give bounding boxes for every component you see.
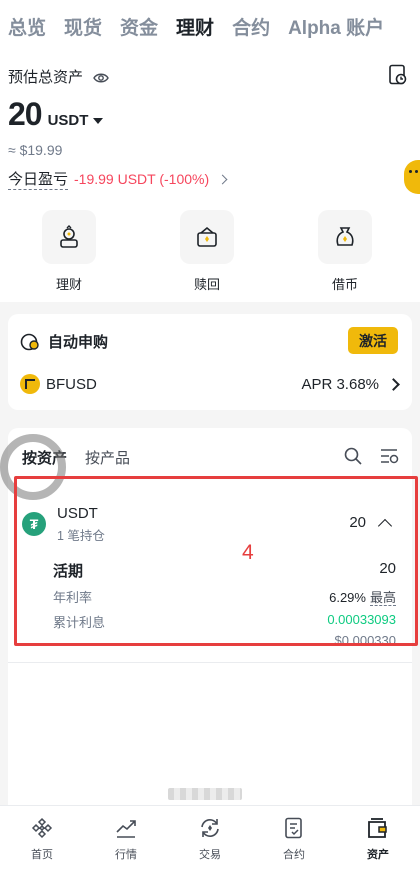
auto-subscribe-title: 自动申购 <box>48 334 109 351</box>
nav-home[interactable]: 首页 <box>0 806 84 873</box>
estimated-total-label: 预估总资产 <box>8 66 110 87</box>
nav-trade[interactable]: 交易 <box>168 806 252 873</box>
nav-markets[interactable]: 行情 <box>84 806 168 873</box>
usd-equivalent: ≈ $19.99 <box>8 142 63 158</box>
bfusd-logo-icon <box>20 374 40 394</box>
auto-subscribe-card: 自动申购 激活 BFUSD APR 3.68% <box>8 314 412 410</box>
tab-alpha-account[interactable]: Alpha 账户 <box>288 13 384 40</box>
filter-settings-icon[interactable] <box>380 447 400 465</box>
mascot-icon[interactable] <box>404 160 420 194</box>
bottom-nav: 首页 行情 交易 合约 资产 <box>0 805 420 873</box>
bfusd-name: BFUSD <box>46 375 97 393</box>
redeem-button[interactable]: 赎回 <box>138 210 276 293</box>
redeem-icon <box>197 226 217 247</box>
top-tab-bar: 总览 现货 资金 理财 合约 Alpha 账户 <box>0 0 420 52</box>
bfusd-apr: APR 3.68% <box>301 375 379 393</box>
trade-icon <box>201 819 219 837</box>
borrow-icon <box>336 227 354 246</box>
chevron-right-icon <box>217 174 228 184</box>
caret-down-icon <box>93 118 104 125</box>
tab-earn[interactable]: 理财 <box>176 13 214 40</box>
quick-actions: 理财 赎回 借币 <box>0 210 420 293</box>
today-pnl-label: 今日盈亏 <box>8 168 69 190</box>
borrow-button[interactable]: 借币 <box>276 210 414 293</box>
earn-button[interactable]: 理财 <box>0 210 138 293</box>
markets-icon <box>116 820 136 838</box>
blurred-text <box>168 788 242 800</box>
today-pnl-value: -19.99 USDT (-100%) <box>74 171 210 187</box>
total-amount: 20 USDT <box>8 96 104 133</box>
futures-icon <box>285 817 302 839</box>
tab-spot[interactable]: 现货 <box>64 13 102 40</box>
today-pnl[interactable]: 今日盈亏 -19.99 USDT (-100%) <box>8 168 228 190</box>
tab-by-product[interactable]: 按产品 <box>85 447 130 468</box>
auto-subscribe-icon <box>20 333 39 350</box>
nav-futures[interactable]: 合约 <box>252 806 336 873</box>
home-icon <box>31 817 53 839</box>
nav-assets[interactable]: 资产 <box>336 806 420 873</box>
asset-summary: 预估总资产 20 USDT ≈ $19.99 今日盈亏 -19.99 USDT … <box>0 52 420 302</box>
tab-funding[interactable]: 资金 <box>120 13 158 40</box>
annotation-box <box>14 476 418 646</box>
earn-icon <box>60 225 78 248</box>
search-icon[interactable] <box>344 447 362 465</box>
bfusd-product-row[interactable]: BFUSD APR 3.68% <box>20 374 400 394</box>
activate-button[interactable]: 激活 <box>348 327 398 354</box>
tab-overview[interactable]: 总览 <box>8 13 46 40</box>
annotation-label: 4 <box>242 541 254 564</box>
chevron-right-icon <box>387 377 400 391</box>
total-amount-value: 20 <box>8 96 43 132</box>
wallet-icon <box>368 818 387 838</box>
divider <box>8 662 412 663</box>
currency-selector[interactable]: USDT <box>48 112 104 129</box>
history-icon[interactable] <box>388 64 408 86</box>
eye-icon[interactable] <box>93 70 110 86</box>
tab-futures[interactable]: 合约 <box>232 13 270 40</box>
